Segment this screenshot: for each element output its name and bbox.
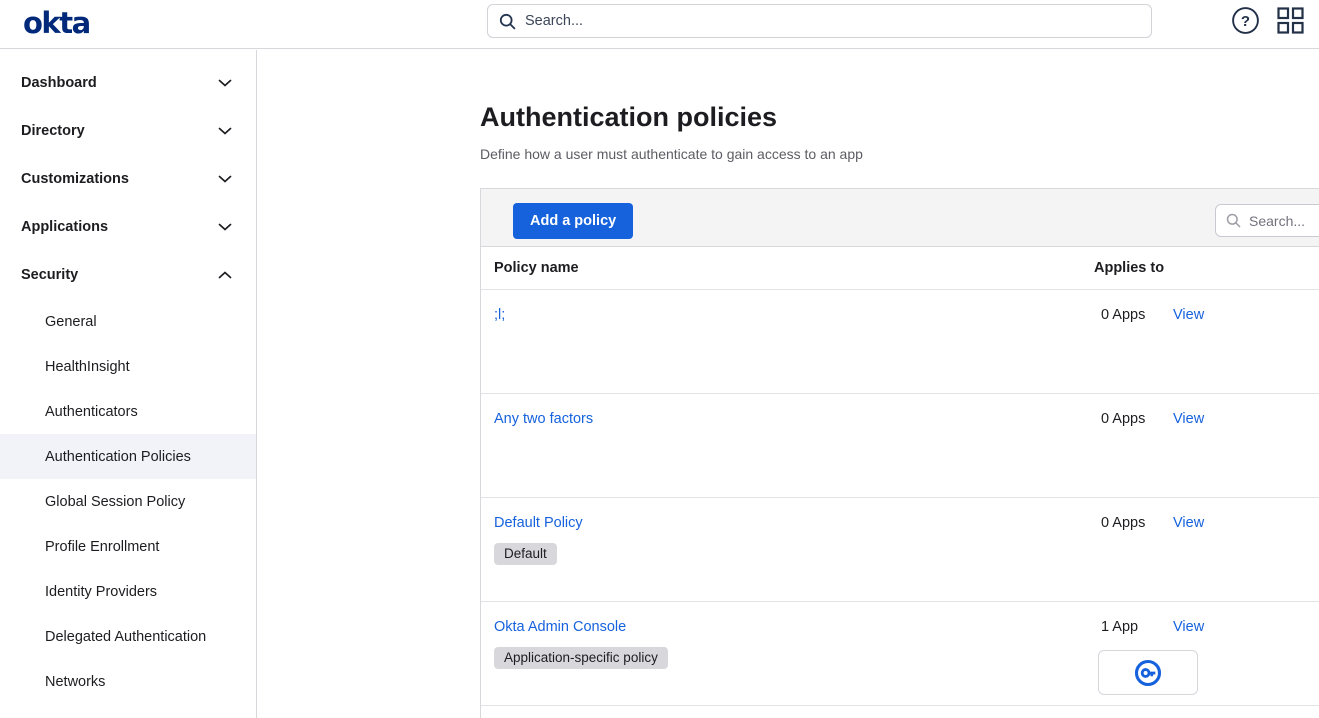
sidebar-item-label: Delegated Authentication xyxy=(45,629,206,645)
search-icon xyxy=(1226,213,1241,228)
policy-name-link[interactable]: Okta Admin Console xyxy=(494,619,626,635)
policy-badge: Default xyxy=(494,543,557,565)
sidebar-item-label: HealthInsight xyxy=(45,359,130,375)
sidebar-item-authenticators[interactable]: Authenticators xyxy=(0,389,256,434)
sidebar-item-profile-enrollment[interactable]: Profile Enrollment xyxy=(0,524,256,569)
sidebar-item-label: Dashboard xyxy=(21,75,97,91)
apps-grid-icon xyxy=(1277,7,1304,34)
sidebar-item-delegated-authentication[interactable]: Delegated Authentication xyxy=(0,614,256,659)
sidebar-item-authentication-policies[interactable]: Authentication Policies xyxy=(0,434,256,479)
okta-admin-console-app-icon xyxy=(1134,659,1162,687)
apps-count: 0 Apps xyxy=(1101,515,1145,531)
policy-name-link[interactable]: ;l; xyxy=(494,307,505,323)
view-link[interactable]: View xyxy=(1173,619,1204,635)
chevron-down-icon xyxy=(218,79,232,87)
sidebar-item-dashboard[interactable]: Dashboard xyxy=(0,59,256,107)
policies-search[interactable] xyxy=(1215,204,1319,237)
chevron-down-icon xyxy=(218,127,232,135)
sidebar-item-label: Applications xyxy=(21,219,108,235)
help-icon: ? xyxy=(1231,6,1260,35)
sidebar-item-label: Identity Providers xyxy=(45,584,157,600)
sidebar-item-label: Authenticators xyxy=(45,404,138,420)
sidebar-item-directory[interactable]: Directory xyxy=(0,107,256,155)
page-title: Authentication policies xyxy=(480,100,777,134)
add-policy-button[interactable]: Add a policy xyxy=(513,203,633,239)
apps-count: 1 App xyxy=(1101,619,1138,635)
table-row: Default Policy Default 0 Apps View xyxy=(481,498,1319,602)
okta-admin-console: okta ? xyxy=(0,0,1319,718)
global-search[interactable] xyxy=(487,4,1152,38)
table-row: ;l; 0 Apps View xyxy=(481,290,1319,394)
policy-badge: Application-specific policy xyxy=(494,647,668,669)
sidebar-item-label: Authentication Policies xyxy=(45,449,191,465)
sidebar-item-label: Security xyxy=(21,267,78,283)
sidebar-item-identity-providers[interactable]: Identity Providers xyxy=(0,569,256,614)
policies-panel: Add a policy Policy name Applies to ;l; … xyxy=(480,188,1319,718)
policy-name-link[interactable]: Any two factors xyxy=(494,411,593,427)
sidebar-item-general[interactable]: General xyxy=(0,299,256,344)
global-search-input[interactable] xyxy=(525,13,1140,29)
sidebar-item-label: Profile Enrollment xyxy=(45,539,159,555)
chevron-up-icon xyxy=(218,271,232,279)
svg-text:?: ? xyxy=(1241,13,1250,30)
sidebar: Dashboard Directory Customizations Appli… xyxy=(0,50,257,718)
topbar: okta ? xyxy=(0,0,1319,49)
chevron-down-icon xyxy=(218,175,232,183)
sidebar-item-customizations[interactable]: Customizations xyxy=(0,155,256,203)
apps-count: 0 Apps xyxy=(1101,307,1145,323)
sidebar-item-label: General xyxy=(45,314,97,330)
table-row: Okta Admin Console Application-specific … xyxy=(481,602,1319,706)
policy-name-link[interactable]: Default Policy xyxy=(494,515,583,531)
policies-toolbar: Add a policy xyxy=(481,189,1319,247)
apps-grid-button[interactable] xyxy=(1277,7,1304,34)
next-row-partial xyxy=(481,706,1319,718)
sidebar-item-label: Global Session Policy xyxy=(45,494,185,510)
sidebar-item-security[interactable]: Security xyxy=(0,251,256,299)
view-link[interactable]: View xyxy=(1173,307,1204,323)
page-subtitle: Define how a user must authenticate to g… xyxy=(480,146,863,162)
sidebar-item-global-session-policy[interactable]: Global Session Policy xyxy=(0,479,256,524)
view-link[interactable]: View xyxy=(1173,515,1204,531)
column-header-policy-name: Policy name xyxy=(494,260,579,276)
column-header-applies-to: Applies to xyxy=(1094,260,1164,276)
sidebar-item-networks[interactable]: Networks xyxy=(0,659,256,704)
table-header: Policy name Applies to xyxy=(481,247,1319,290)
sidebar-item-label: Directory xyxy=(21,123,85,139)
apps-count: 0 Apps xyxy=(1101,411,1145,427)
sidebar-item-applications[interactable]: Applications xyxy=(0,203,256,251)
sidebar-item-label: Networks xyxy=(45,674,105,690)
okta-logo[interactable]: okta xyxy=(23,6,90,40)
help-button[interactable]: ? xyxy=(1231,6,1260,35)
search-icon xyxy=(499,13,516,30)
sidebar-item-healthinsight[interactable]: HealthInsight xyxy=(0,344,256,389)
app-icon-card xyxy=(1098,650,1198,695)
table-row: Any two factors 0 Apps View xyxy=(481,394,1319,498)
sidebar-item-label: Customizations xyxy=(21,171,129,187)
policies-search-input[interactable] xyxy=(1249,213,1319,229)
chevron-down-icon xyxy=(218,223,232,231)
view-link[interactable]: View xyxy=(1173,411,1204,427)
